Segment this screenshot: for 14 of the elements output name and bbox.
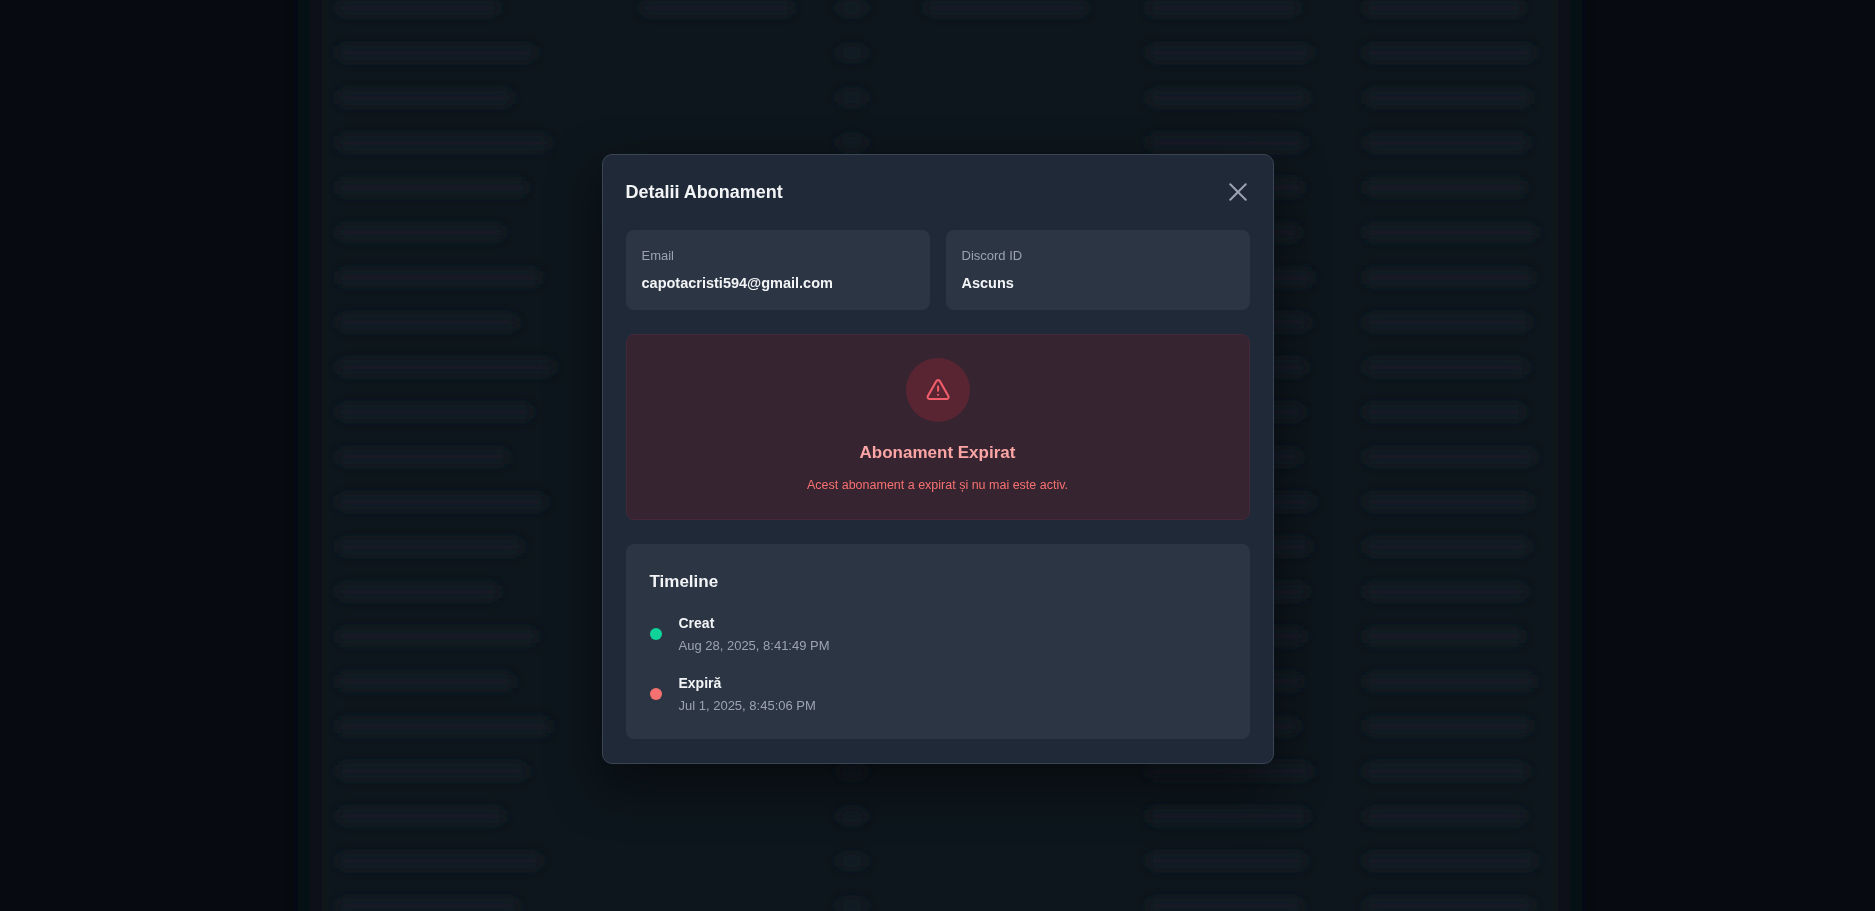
close-icon [1228, 183, 1247, 201]
alert-title: Abonament Expirat [859, 442, 1016, 464]
timeline-title: Timeline [649, 571, 719, 593]
event-label: Expiră [678, 674, 722, 693]
alert-message: Acest abonament a expirat și nu mai este activ. [807, 477, 1068, 494]
event-time: Jul 1, 2025, 8:45:06 PM [678, 697, 816, 715]
event-label: Creat [678, 614, 715, 633]
info-value: Ascuns [961, 274, 1014, 293]
dialog-title: Detalii Abonament [625, 181, 783, 204]
event-time: Aug 28, 2025, 8:41:49 PM [678, 637, 830, 655]
info-label: Email [641, 247, 674, 265]
warning-icon [905, 358, 970, 422]
info-label: Discord ID [961, 247, 1023, 265]
info-value: capotacristi594@gmail.com [641, 274, 833, 293]
